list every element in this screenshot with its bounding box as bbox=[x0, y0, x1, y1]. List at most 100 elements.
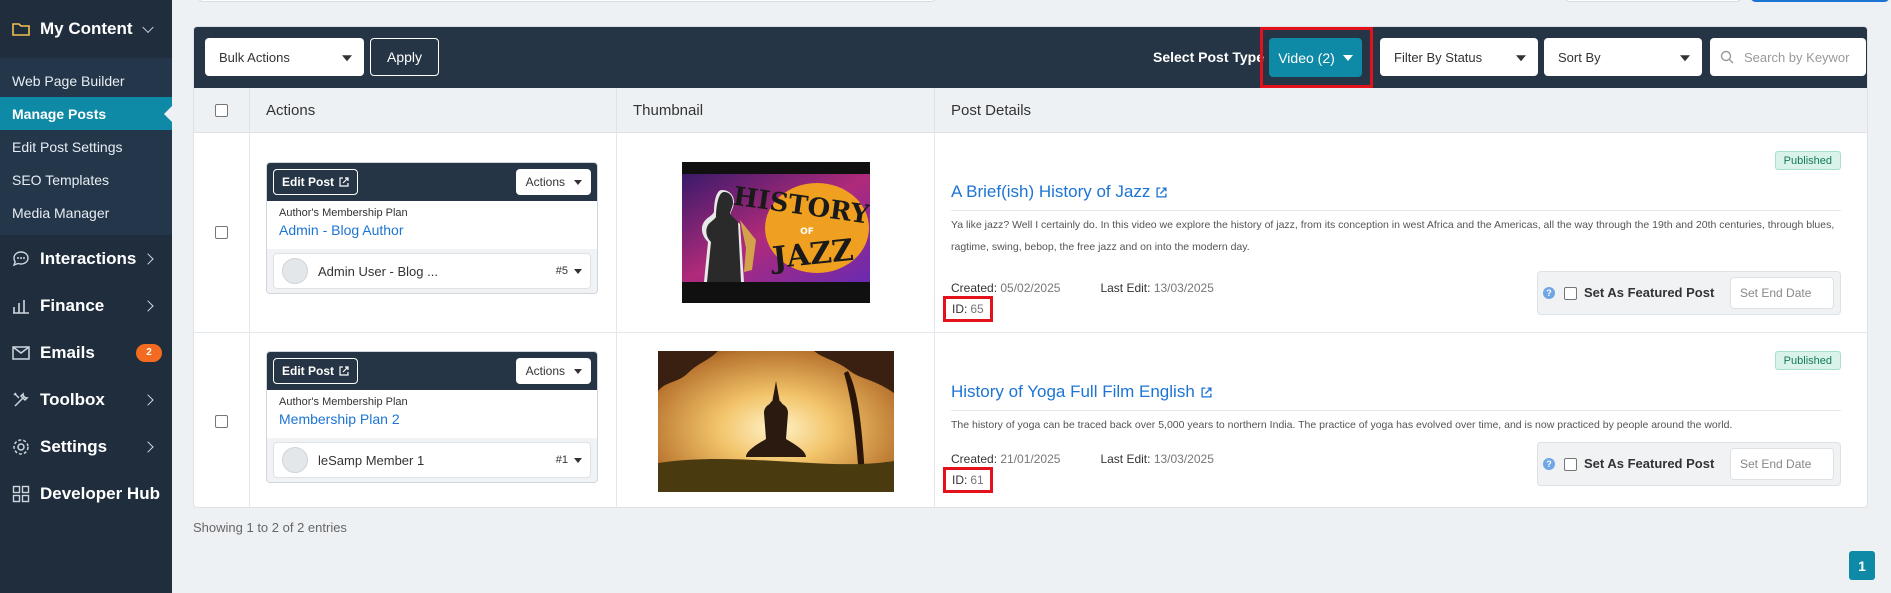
sub-item-media-manager[interactable]: Media Manager bbox=[0, 196, 172, 229]
last-edit-date: 13/03/2025 bbox=[1153, 452, 1214, 466]
sub-item-manage-posts[interactable]: Manage Posts bbox=[0, 97, 172, 130]
author-name: Admin User - Blog ... bbox=[318, 263, 438, 279]
author-name: leSamp Member 1 bbox=[318, 452, 425, 468]
select-all-checkbox[interactable] bbox=[215, 103, 228, 117]
table-row: Edit Post Actions Author's Membership Pl… bbox=[194, 133, 1867, 333]
author-id: #5 bbox=[555, 265, 568, 277]
featured-post-label: Set As Featured Post bbox=[1584, 456, 1715, 471]
featured-post-panel: ? Set As Featured Post Set End Date bbox=[1537, 442, 1841, 486]
caret-down-icon bbox=[574, 369, 582, 374]
author-select-wrap: Admin User - Blog ... #5 bbox=[267, 249, 597, 293]
sidebar: My Content Web Page Builder Manage Posts… bbox=[0, 0, 172, 593]
posts-table-card: Bulk Actions Apply Select Post Type Vide… bbox=[193, 26, 1868, 508]
membership-plan: Author's Membership Plan Admin - Blog Au… bbox=[267, 201, 597, 249]
end-date-input[interactable]: Set End Date bbox=[1730, 277, 1834, 309]
search-input[interactable]: Search by Keywor bbox=[1710, 38, 1866, 76]
edit-post-button[interactable]: Edit Post bbox=[273, 358, 359, 384]
created-date: 05/02/2025 bbox=[1000, 281, 1061, 295]
post-id-label: ID: bbox=[952, 302, 968, 316]
post-title-link[interactable]: A Brief(ish) History of Jazz bbox=[951, 182, 1167, 202]
nav-developer-hub[interactable]: Developer Hub bbox=[0, 470, 172, 517]
featured-post-checkbox[interactable] bbox=[1564, 458, 1577, 471]
edit-post-label: Edit Post bbox=[282, 364, 335, 378]
external-link-icon bbox=[1201, 386, 1212, 398]
sub-item-edit-post-settings[interactable]: Edit Post Settings bbox=[0, 130, 172, 163]
divider bbox=[951, 210, 1841, 211]
grid-icon bbox=[10, 483, 32, 505]
chat-icon bbox=[10, 248, 32, 270]
caret-down-icon bbox=[342, 55, 352, 62]
top-input-partial[interactable] bbox=[197, 0, 937, 2]
header-thumbnail: Thumbnail bbox=[617, 88, 935, 132]
caret-down-icon bbox=[1516, 55, 1526, 62]
table-header: Actions Thumbnail Post Details bbox=[194, 88, 1867, 133]
actions-dropdown[interactable]: Actions bbox=[515, 169, 591, 195]
post-dates: Created: 21/01/2025 Last Edit: 13/03/202… bbox=[951, 452, 1214, 466]
sub-item-web-page-builder[interactable]: Web Page Builder bbox=[0, 64, 172, 97]
membership-plan-link[interactable]: Membership Plan 2 bbox=[279, 411, 585, 427]
external-link-icon bbox=[1156, 186, 1167, 198]
mail-icon bbox=[10, 342, 32, 364]
membership-plan-label: Author's Membership Plan bbox=[279, 207, 408, 219]
caret-down-icon bbox=[1342, 54, 1353, 61]
last-edit-date: 13/03/2025 bbox=[1153, 281, 1214, 295]
last-edit-label: Last Edit: bbox=[1100, 281, 1151, 295]
post-title-link[interactable]: History of Yoga Full Film English bbox=[951, 382, 1212, 402]
nav-label: My Content bbox=[40, 19, 133, 38]
status-badge: Published bbox=[1774, 151, 1841, 170]
post-type-dropdown[interactable]: Video (2) bbox=[1269, 38, 1362, 77]
row-post-details-cell: Published History of Yoga Full Film Engl… bbox=[935, 333, 1867, 507]
post-id-label: ID: bbox=[952, 473, 968, 487]
nav-settings[interactable]: Settings bbox=[0, 423, 172, 470]
folder-icon bbox=[10, 18, 32, 40]
yoga-thumbnail[interactable] bbox=[658, 351, 894, 492]
actions-label: Actions bbox=[525, 364, 565, 378]
nav-emails[interactable]: Emails 2 bbox=[0, 329, 172, 376]
author-select[interactable]: Admin User - Blog ... #5 bbox=[273, 253, 591, 289]
end-date-input[interactable]: Set End Date bbox=[1730, 448, 1834, 480]
top-button-partial[interactable] bbox=[1750, 0, 1890, 2]
nav-finance[interactable]: Finance bbox=[0, 282, 172, 329]
help-icon[interactable]: ? bbox=[1543, 458, 1555, 470]
nav-toolbox[interactable]: Toolbox bbox=[0, 376, 172, 423]
yoga-thumbnail-image bbox=[658, 351, 894, 492]
author-select[interactable]: leSamp Member 1 #1 bbox=[273, 442, 591, 478]
sort-by-select[interactable]: Sort By bbox=[1544, 38, 1702, 76]
actions-label: Actions bbox=[525, 175, 565, 189]
caret-down-icon bbox=[574, 458, 582, 463]
post-title: History of Yoga Full Film English bbox=[951, 382, 1195, 401]
nav-interactions[interactable]: Interactions bbox=[0, 235, 172, 282]
select-post-type-label: Select Post Type bbox=[1153, 49, 1265, 65]
filter-by-status-select[interactable]: Filter By Status bbox=[1380, 38, 1538, 76]
membership-plan-link[interactable]: Admin - Blog Author bbox=[279, 222, 585, 238]
membership-plan: Author's Membership Plan Membership Plan… bbox=[267, 390, 597, 438]
last-edit-label: Last Edit: bbox=[1100, 452, 1151, 466]
featured-post-checkbox[interactable] bbox=[1564, 287, 1577, 300]
jazz-title-text-2: OF bbox=[800, 227, 814, 237]
nav-my-content[interactable]: My Content bbox=[0, 0, 172, 58]
jazz-thumbnail[interactable]: HISTORY OF JAZZ bbox=[682, 162, 870, 303]
nav-label: Finance bbox=[40, 295, 105, 315]
row-checkbox[interactable] bbox=[215, 414, 228, 428]
chevron-right-icon bbox=[142, 393, 154, 406]
top-select-partial[interactable] bbox=[1564, 0, 1742, 2]
actions-dropdown[interactable]: Actions bbox=[515, 358, 591, 384]
apply-button[interactable]: Apply bbox=[370, 38, 439, 76]
row-checkbox[interactable] bbox=[215, 226, 228, 239]
post-description: Ya like jazz? Well I certainly do. In th… bbox=[951, 219, 1835, 253]
row-actions-cell: Edit Post Actions Author's Membership Pl… bbox=[250, 133, 617, 332]
emails-count-badge: 2 bbox=[136, 343, 162, 362]
post-dates: Created: 05/02/2025 Last Edit: 13/03/202… bbox=[951, 281, 1214, 295]
post-id: ID: 61 bbox=[943, 467, 993, 493]
pagination-page-1[interactable]: 1 bbox=[1849, 551, 1875, 580]
author-id: #1 bbox=[555, 454, 568, 466]
bulk-actions-label: Bulk Actions bbox=[219, 49, 290, 65]
help-icon[interactable]: ? bbox=[1543, 287, 1555, 299]
edit-post-label: Edit Post bbox=[282, 175, 335, 189]
avatar bbox=[282, 447, 308, 473]
edit-post-button[interactable]: Edit Post bbox=[273, 169, 359, 195]
bulk-actions-select[interactable]: Bulk Actions bbox=[205, 38, 364, 76]
sub-item-seo-templates[interactable]: SEO Templates bbox=[0, 163, 172, 196]
nav-label: Toolbox bbox=[40, 389, 105, 409]
chevron-right-icon bbox=[142, 252, 154, 265]
